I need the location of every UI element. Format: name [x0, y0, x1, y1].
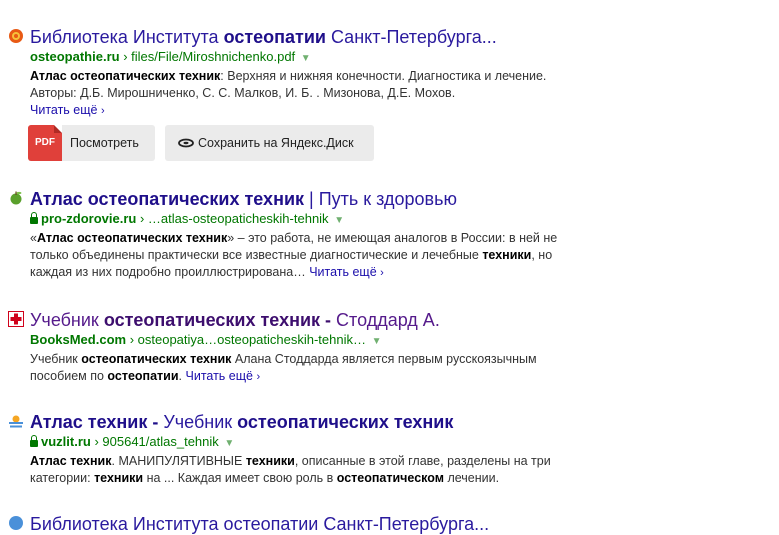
result-path: › 905641/atlas_tehnik: [94, 434, 219, 449]
result-title-link[interactable]: Атлас остеопатических техник | Путь к зд…: [30, 188, 457, 210]
result-url: BooksMed.com › osteopatiya…osteopatiches…: [30, 332, 382, 350]
read-more-link[interactable]: Читать ещё ›: [309, 265, 384, 279]
result-snippet: «Атлас остеопатических техник» – это раб…: [30, 230, 570, 282]
result-path: › …atlas-osteopaticheskih-tehnik: [139, 211, 329, 226]
title-text: Стоддард А.: [331, 310, 440, 330]
title-highlight: остеопатических техник: [237, 412, 454, 432]
title-text: | Путь к здоровью: [304, 189, 457, 209]
chevron-right-icon: ›: [100, 105, 105, 117]
url-dropdown-icon[interactable]: ▼: [301, 53, 311, 64]
snippet-highlight: остеопатии: [107, 369, 179, 383]
result-snippet: Атлас остеопатических техник: Верхняя и …: [30, 68, 570, 120]
yandex-disk-icon: [178, 138, 194, 148]
save-to-yandex-disk-label: Сохранить на Яндекс.Диск: [198, 136, 354, 150]
snippet-text: Учебник: [30, 352, 82, 366]
vuzlit-icon: [9, 415, 23, 428]
snippet-highlight: Атлас остеопатических техник: [36, 231, 228, 245]
snippet-highlight: Атлас техник: [30, 454, 112, 468]
title-highlight: остеопатических техник -: [103, 310, 332, 330]
snippet-text: на ... Каждая имеет свою роль в: [143, 471, 337, 485]
snippet-highlight: остеопатическом: [336, 471, 444, 485]
view-pdf-button[interactable]: PDF Посмотреть: [28, 125, 155, 161]
title-highlight: остеопатии: [223, 27, 326, 47]
read-more-label: Читать ещё: [185, 369, 253, 383]
snippet-highlight: техники: [94, 471, 144, 485]
apple-icon: [10, 191, 22, 205]
snippet-text: «: [30, 231, 37, 245]
save-to-yandex-disk-button[interactable]: Сохранить на Яндекс.Диск: [165, 125, 374, 161]
result-snippet: Учебник остеопатических техник Алана Сто…: [30, 351, 570, 386]
snippet-highlight: остеопатических техник: [81, 352, 232, 366]
snippet-text: . МАНИПУЛЯТИВНЫЕ: [111, 454, 246, 468]
read-more-label: Читать ещё: [309, 265, 377, 279]
result-snippet: Атлас техник. МАНИПУЛЯТИВНЫЕ техники, оп…: [30, 453, 570, 487]
url-dropdown-icon[interactable]: ▼: [224, 438, 234, 449]
osteopathie-favicon-icon: [9, 29, 23, 43]
result-path: › files/File/Miroshnichenko.pdf: [123, 49, 296, 64]
result-url: vuzlit.ru › 905641/atlas_tehnik ▼: [30, 434, 234, 452]
result-domain-link[interactable]: vuzlit.ru: [41, 434, 91, 449]
title-highlight: Атлас остеопатических техник: [30, 189, 305, 209]
read-more-link[interactable]: Читать ещё ›: [30, 103, 105, 117]
snippet-highlight: техники: [245, 454, 295, 468]
title-text: Учебник: [158, 412, 238, 432]
title-text: Санкт-Петербурга...: [325, 27, 497, 47]
lock-icon: [30, 212, 38, 224]
result-title-link[interactable]: Атлас техник - Учебник остеопатических т…: [30, 411, 453, 433]
result-domain-link[interactable]: pro-zdorovie.ru: [41, 211, 136, 226]
result-path: › osteopatiya…osteopaticheskih-tehnik…: [129, 332, 366, 347]
pdf-icon: PDF: [28, 125, 62, 161]
result-title-link[interactable]: Библиотека Института остеопатии Санкт-Пе…: [30, 513, 489, 535]
result-title-link[interactable]: Учебник остеопатических техник - Стоддар…: [30, 309, 440, 331]
read-more-link[interactable]: Читать ещё ›: [186, 369, 261, 383]
snippet-highlight: Атлас остеопатических техник: [30, 69, 221, 83]
view-pdf-label: Посмотреть: [70, 136, 139, 150]
result-domain-link[interactable]: osteopathie.ru: [30, 49, 120, 64]
title-highlight: Атлас техник -: [30, 412, 159, 432]
lock-icon: [30, 435, 38, 447]
partial-favicon-icon: [9, 516, 23, 530]
chevron-right-icon: ›: [380, 267, 384, 279]
result-title-link[interactable]: Библиотека Института остеопатии Санкт-Пе…: [30, 26, 497, 48]
snippet-text: .: [178, 369, 186, 383]
read-more-label: Читать ещё: [30, 103, 98, 117]
result-url: osteopathie.ru › files/File/Miroshnichen…: [30, 49, 311, 67]
snippet-text: лечении.: [443, 471, 500, 485]
result-domain-link[interactable]: BooksMed.com: [30, 332, 126, 347]
title-text: Учебник: [30, 310, 104, 330]
red-cross-icon: [8, 311, 24, 327]
chevron-right-icon: ›: [256, 371, 261, 383]
url-dropdown-icon[interactable]: ▼: [334, 215, 344, 226]
result-url: pro-zdorovie.ru › …atlas-osteopaticheski…: [30, 211, 344, 229]
snippet-highlight: техники: [482, 248, 532, 262]
url-dropdown-icon[interactable]: ▼: [372, 336, 382, 347]
title-text: Библиотека Института: [30, 27, 224, 47]
